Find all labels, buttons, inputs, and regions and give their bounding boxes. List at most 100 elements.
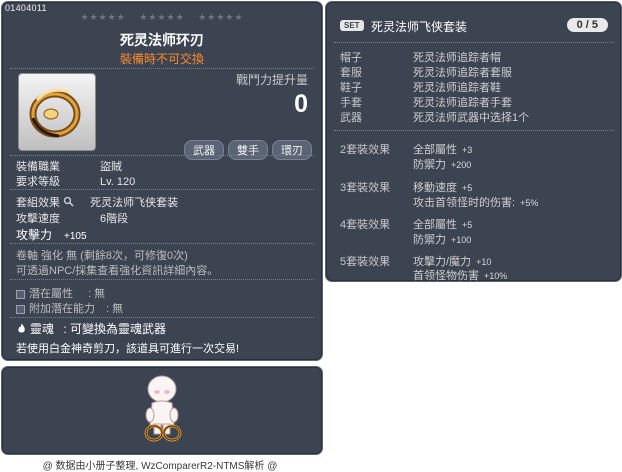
set-effect-tier: 3套裝效果 移動速度 +5 bbox=[340, 179, 472, 195]
job-label: 裝備職業 bbox=[16, 161, 60, 173]
item-icon bbox=[18, 73, 96, 151]
divider bbox=[10, 317, 314, 318]
set-piece-count: 0 / 5 bbox=[566, 18, 608, 32]
set-title: 死灵法师飞侠套装 bbox=[371, 20, 468, 34]
attack-speed-value: 6階段 bbox=[100, 213, 129, 225]
item-tooltip-panel: 01404011 ★★★★★ ★★★★★ ★★★★★ 死灵法师环刃 裝備時不可交… bbox=[1, 1, 323, 361]
set-tier-label: 4套裝效果 bbox=[340, 219, 391, 231]
set-effect-line: 首领怪物伤害 +10% bbox=[340, 267, 507, 283]
set-effect-value: +5 bbox=[462, 183, 473, 193]
set-effect-panel: SET 死灵法师飞侠套装 0 / 5 帽子 死灵法师追踪者帽 套服 死灵法师追踪者套… bbox=[325, 1, 622, 282]
set-piece-name: 死灵法师追踪者套服 bbox=[413, 67, 512, 79]
star-group: ★★★★★ bbox=[198, 12, 244, 22]
set-piece-row: 鞋子 死灵法师追踪者鞋 bbox=[340, 79, 501, 95]
divider bbox=[10, 68, 314, 69]
divider bbox=[334, 130, 614, 131]
set-effect-tier: 4套裝效果 全部屬性 +5 bbox=[340, 216, 472, 232]
job-value: 盜賊 bbox=[100, 161, 122, 173]
potential-row: 潛在屬性 : 無 bbox=[16, 285, 105, 301]
set-piece-name: 死灵法师武器中选择1个 bbox=[413, 112, 530, 124]
character-avatar bbox=[144, 375, 182, 442]
set-effect-line: 防禦力 +200 bbox=[340, 156, 471, 172]
req-level-label: 要求等級 bbox=[16, 176, 60, 188]
additional-potential-value: : 無 bbox=[106, 303, 124, 315]
attack-label: 攻擊力 bbox=[16, 228, 53, 242]
set-effect-label: 套組效果 bbox=[16, 197, 60, 209]
chakram-icon bbox=[29, 88, 81, 138]
set-effect-line: 攻击首领怪时的伤害: +5% bbox=[340, 194, 538, 210]
set-effect-stat: 攻击首领怪时的伤害: bbox=[413, 197, 516, 209]
additional-potential-label: 附加潛在能力 bbox=[29, 303, 95, 315]
divider bbox=[10, 279, 314, 280]
soul-label: 靈魂 bbox=[30, 322, 55, 336]
item-tags: 武器 雙手 環刃 bbox=[184, 140, 312, 160]
set-effect-stat: 全部屬性 bbox=[413, 144, 457, 156]
set-piece-name: 死灵法师追踪者鞋 bbox=[413, 82, 501, 94]
set-effect-value: +5 bbox=[462, 220, 473, 230]
tag-two-handed: 雙手 bbox=[228, 140, 268, 160]
set-piece-slot: 鞋子 bbox=[340, 82, 362, 94]
set-effect-stat: 防禦力 bbox=[413, 159, 446, 171]
search-icon bbox=[63, 196, 74, 207]
character-preview-panel bbox=[1, 366, 323, 455]
divider bbox=[10, 155, 314, 156]
set-effect-stat: 移動速度 bbox=[413, 182, 457, 194]
source-credit: @ 数据由小册子整理, WzComparerR2-NTMS解析 @ bbox=[42, 461, 278, 472]
attack-value: +105 bbox=[64, 231, 87, 242]
attack-speed-row: 攻擊速度 6階段 bbox=[16, 210, 128, 226]
req-level-value: Lv. 120 bbox=[100, 176, 136, 188]
star-force-row: ★★★★★ ★★★★★ ★★★★★ bbox=[2, 12, 322, 23]
combat-power-label: 戰鬥力提升量 bbox=[235, 73, 308, 87]
set-effect-row: 套組效果 死灵法师飞侠套装 bbox=[16, 194, 178, 210]
set-effect-stat: 首领怪物伤害 bbox=[413, 270, 479, 282]
set-piece-slot: 武器 bbox=[340, 112, 362, 124]
set-effect-value: +200 bbox=[451, 160, 472, 170]
flame-icon bbox=[16, 323, 27, 334]
set-effect-tier: 2套裝效果 全部屬性 +3 bbox=[340, 141, 472, 157]
set-piece-row: 帽子 死灵法师追踪者帽 bbox=[340, 49, 501, 65]
scroll-info: 卷軸 強化 無 (剩餘8次，可修復0次) bbox=[16, 250, 188, 262]
set-effect-value: +3 bbox=[462, 145, 473, 155]
divider bbox=[10, 189, 314, 190]
set-piece-slot: 套服 bbox=[340, 67, 362, 79]
additional-potential-icon bbox=[16, 304, 25, 314]
tag-chakram: 環刃 bbox=[272, 140, 312, 160]
req-level-row: 要求等級 Lv. 120 bbox=[16, 173, 135, 189]
set-effect-value: 死灵法师飞侠套装 bbox=[90, 197, 179, 209]
set-piece-row: 套服 死灵法师追踪者套服 bbox=[340, 64, 512, 80]
additional-potential-row: 附加潛在能力 : 無 bbox=[16, 300, 123, 316]
set-piece-name: 死灵法师追踪者帽 bbox=[413, 52, 501, 64]
attack-row: 攻擊力 +105 bbox=[16, 226, 87, 243]
soul-row: 靈魂 : 可變換為靈魂武器 bbox=[16, 320, 166, 337]
set-effect-value: +10 bbox=[476, 257, 492, 267]
set-effect-stat: 全部屬性 bbox=[413, 219, 457, 231]
set-piece-name: 死灵法师追踪者手套 bbox=[413, 97, 512, 109]
attack-speed-label: 攻擊速度 bbox=[16, 213, 60, 225]
star-group: ★★★★★ bbox=[80, 12, 126, 22]
set-piece-row: 手套 死灵法师追踪者手套 bbox=[340, 94, 512, 110]
divider bbox=[334, 42, 614, 43]
soul-value: : 可變換為靈魂武器 bbox=[63, 322, 167, 336]
tag-weapon: 武器 bbox=[184, 140, 224, 160]
set-tier-label: 2套裝效果 bbox=[340, 144, 391, 156]
divider bbox=[10, 243, 314, 244]
combat-power-value: 0 bbox=[294, 90, 308, 118]
npc-info: 可透過NPC/採集查看強化資訊詳細內容。 bbox=[16, 265, 219, 277]
set-effect-stat: 防禦力 bbox=[413, 234, 446, 246]
set-effect-value: +100 bbox=[451, 235, 472, 245]
job-row: 裝備職業 盜賊 bbox=[16, 158, 122, 174]
trade-restriction: 裝備時不可交換 bbox=[119, 52, 204, 66]
scissors-note: 若使用白金神奇剪刀，該道具可進行一次交易! bbox=[16, 343, 240, 355]
set-effect-line: 防禦力 +100 bbox=[340, 231, 471, 247]
item-name: 死灵法师环刃 bbox=[120, 32, 204, 48]
potential-icon bbox=[16, 289, 25, 299]
potential-value: : 無 bbox=[88, 288, 106, 300]
set-piece-slot: 手套 bbox=[340, 97, 362, 109]
set-badge: SET bbox=[340, 20, 364, 31]
set-piece-slot: 帽子 bbox=[340, 52, 362, 64]
set-effect-value: +10% bbox=[484, 271, 508, 281]
set-piece-row: 武器 死灵法师武器中选择1个 bbox=[340, 109, 529, 125]
star-group: ★★★★★ bbox=[139, 12, 185, 22]
potential-label: 潛在屬性 bbox=[29, 288, 73, 300]
set-effect-value: +5% bbox=[520, 198, 539, 208]
